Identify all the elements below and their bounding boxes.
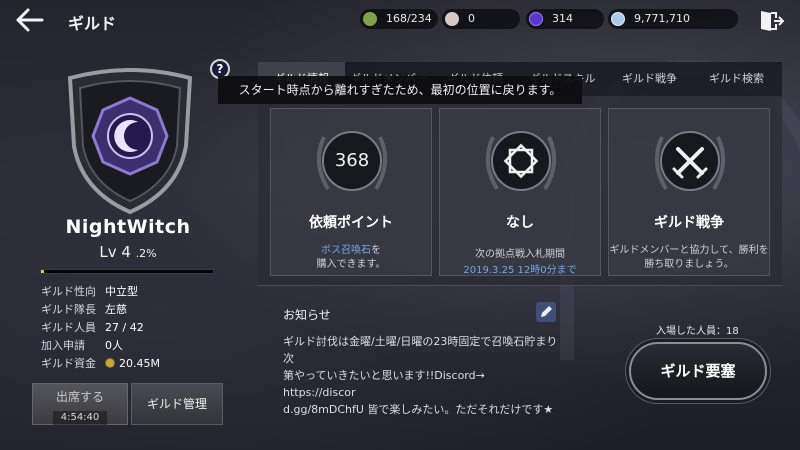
info-label: 加入申請 xyxy=(41,339,85,352)
info-label: ギルド人員 xyxy=(41,321,96,334)
toast-message: スタート時点から離れすぎたため、最初の位置に戻ります。 xyxy=(218,76,582,104)
notice-text: ギルド討伐は金曜/土曜/日曜の23時固定で召喚石貯まり次 第やっていきたいと思い… xyxy=(283,333,559,418)
resource-value: 314 xyxy=(552,12,573,25)
info-value: 中立型 xyxy=(105,285,138,298)
page-title: ギルド xyxy=(68,14,117,33)
card-title: ギルド戦争 xyxy=(654,215,724,231)
silver-coin-icon xyxy=(611,12,625,26)
attend-timer: 4:54:40 xyxy=(52,411,108,425)
entered-members: 入場した人員：18 xyxy=(656,326,739,337)
info-label: ギルド資金 xyxy=(41,357,96,370)
guild-name: NightWitch xyxy=(65,216,191,238)
notice-edit-button[interactable] xyxy=(536,302,556,322)
guild-emblem xyxy=(60,66,200,216)
resource-guild-token: 168/234 xyxy=(360,9,438,29)
boss-stone-link: ボス召喚石 xyxy=(321,245,371,256)
info-label: ギルド性向 xyxy=(41,285,96,298)
funds-value: 20.45M xyxy=(119,357,160,370)
desc-text: 勝ち取りましょう。 xyxy=(644,259,734,270)
notice-line: ギルド討伐は金曜/土曜/日曜の23時固定で召喚石貯まり次 xyxy=(283,335,558,365)
desc-text: 購入できます。 xyxy=(316,259,386,270)
notice-line: 第やっていきたいと思います!!Discord→ https://discor xyxy=(283,369,485,399)
request-points-value: 368 xyxy=(322,131,382,191)
desc-text: を xyxy=(371,245,381,256)
resource-pearl: 0 xyxy=(442,9,520,29)
guild-manage-button[interactable]: ギルド管理 xyxy=(131,383,223,425)
attend-button[interactable]: 出席する 4:54:40 xyxy=(32,383,128,425)
tab-guild-search[interactable]: ギルド検索 xyxy=(693,62,780,96)
crossed-swords-icon xyxy=(672,147,708,179)
resource-value: 9,771,710 xyxy=(634,12,690,25)
guild-token-icon xyxy=(363,12,377,26)
guild-level-percent: .2% xyxy=(135,247,157,260)
pencil-icon xyxy=(541,306,552,317)
info-value: 0人 xyxy=(105,339,123,352)
top-bar: ギルド 168/234 0 314 9,771,710 xyxy=(0,0,800,40)
guild-info-panel: 368 依頼ポイント ボス召喚石を 購入できます。 なし 次の拠点戦入札期間 2… xyxy=(258,96,782,286)
notice-title: お知らせ xyxy=(283,308,331,322)
card-description: ギルドメンバーと協力して、勝利を 勝ち取りましょう。 xyxy=(609,244,769,272)
pearl-icon xyxy=(445,12,459,26)
war-emblem xyxy=(660,131,720,191)
guild-fortress-button[interactable]: ギルド要塞 xyxy=(629,342,767,400)
resource-purple-gem: 314 xyxy=(526,9,604,29)
card-description: ボス召喚石を 購入できます。 xyxy=(271,244,431,272)
card-title: 依頼ポイント xyxy=(309,215,393,231)
resource-silver-coin: 9,771,710 xyxy=(608,9,738,29)
guild-level-label: Lv 4 xyxy=(99,243,131,261)
exit-door-icon xyxy=(761,11,785,31)
card-guild-war[interactable]: ギルド戦争 ギルドメンバーと協力して、勝利を 勝ち取りましょう。 xyxy=(608,108,770,276)
resource-value: 168/234 xyxy=(386,12,432,25)
exp-bar xyxy=(40,269,214,274)
base-crest-icon xyxy=(503,143,539,179)
notice-line: d.gg/8mDChfU 皆で楽しみたい。ただそれだけです★ xyxy=(283,403,554,416)
guild-level: Lv 4 .2% xyxy=(0,243,256,261)
tab-guild-war[interactable]: ギルド戦争 xyxy=(606,62,693,96)
gold-coin-icon xyxy=(105,358,115,368)
purple-gem-icon xyxy=(529,12,543,26)
card-title: なし xyxy=(506,215,534,231)
info-label: ギルド隊長 xyxy=(41,303,96,316)
base-emblem xyxy=(491,131,551,191)
exit-button[interactable] xyxy=(758,8,785,34)
info-value: 左慈 xyxy=(105,303,127,316)
attend-label: 出席する xyxy=(55,390,104,404)
desc-text: ギルドメンバーと協力して、勝利を xyxy=(609,245,769,256)
info-value: 20.45M xyxy=(105,355,160,373)
back-arrow-icon xyxy=(16,8,44,32)
card-request-points[interactable]: 368 依頼ポイント ボス召喚石を 購入できます。 xyxy=(270,108,432,276)
back-button[interactable] xyxy=(14,6,46,34)
exp-bar-fill xyxy=(41,270,45,273)
bid-deadline: 2019.3.25 12時0分まで xyxy=(463,265,577,276)
card-base[interactable]: なし 次の拠点戦入札期間 2019.3.25 12時0分まで xyxy=(439,108,601,276)
card-description: 次の拠点戦入札期間 xyxy=(475,249,565,260)
info-value: 27 / 42 xyxy=(105,321,144,334)
shield-emblem-icon xyxy=(67,68,193,215)
resource-value: 0 xyxy=(468,12,475,25)
